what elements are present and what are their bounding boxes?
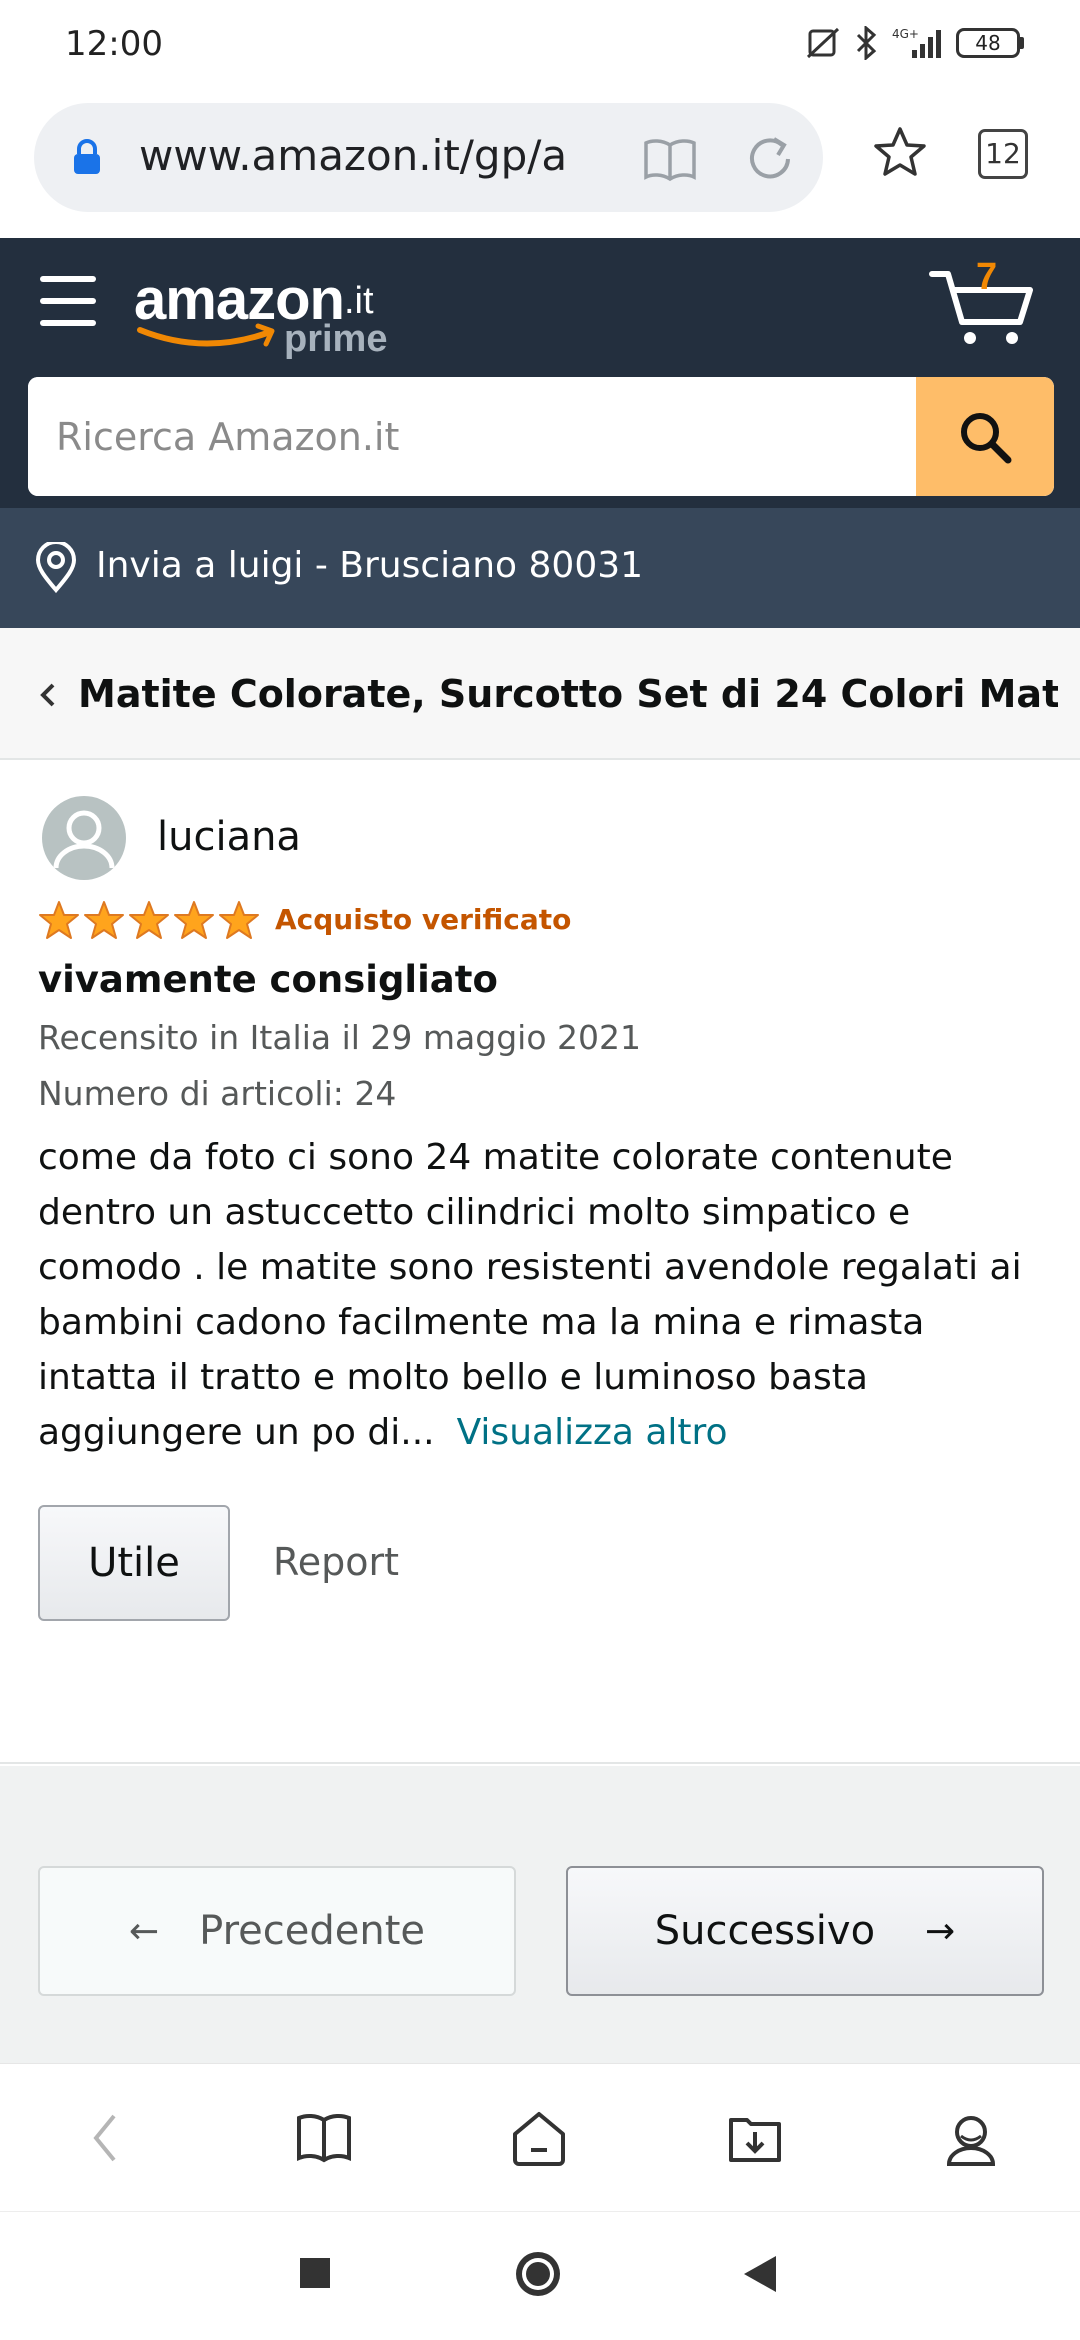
arrow-left-icon: ←	[128, 1910, 160, 1952]
next-label: Successivo	[654, 1908, 876, 1954]
battery-icon: 48	[956, 28, 1024, 58]
reader-mode-icon[interactable]	[642, 137, 698, 187]
avatar	[42, 796, 126, 880]
star-icon	[84, 901, 124, 939]
url-text[interactable]: www.amazon.it/gp/a	[139, 131, 634, 180]
network-label: 4G+	[892, 27, 919, 41]
reviewer-name: luciana	[157, 814, 301, 860]
status-bar: 12:00 4G+ 48	[0, 0, 1080, 95]
back-icon[interactable]	[88, 2108, 122, 2172]
search-input[interactable]	[28, 377, 918, 496]
browser-toolbar: www.amazon.it/gp/a 12	[0, 95, 1080, 238]
cart-count: 7	[976, 256, 998, 298]
bookmarks-icon[interactable]	[294, 2108, 354, 2172]
reload-icon[interactable]	[744, 133, 796, 189]
search-bar	[28, 377, 1054, 496]
menu-icon[interactable]	[40, 276, 96, 326]
review-text: come da foto ci sono 24 matite colorate …	[38, 1137, 1022, 1453]
arrow-right-icon: →	[925, 1910, 956, 1952]
home-circle-icon[interactable]	[512, 2252, 564, 2308]
item-count: Numero di articoli: 24	[38, 1074, 397, 1113]
star-icon	[39, 901, 79, 939]
report-link[interactable]: Report	[273, 1540, 399, 1584]
next-button[interactable]: Successivo →	[566, 1866, 1044, 1996]
lock-icon[interactable]	[72, 139, 102, 179]
no-sim-icon	[806, 27, 840, 59]
search-button[interactable]	[916, 377, 1054, 496]
previous-label: Precedente	[199, 1908, 425, 1954]
address-bar[interactable]: www.amazon.it/gp/a	[34, 103, 823, 212]
star-rating	[38, 900, 260, 940]
amazon-logo[interactable]: amazon .it prime	[134, 266, 394, 366]
review-title: vivamente consigliato	[38, 958, 498, 1001]
profile-icon[interactable]	[941, 2108, 1001, 2172]
chevron-left-icon[interactable]	[38, 680, 58, 714]
amazon-header: amazon .it prime 7	[0, 238, 1080, 508]
recents-icon[interactable]	[298, 2252, 332, 2300]
product-title[interactable]: Matite Colorate, Surcotto Set di 24 Colo…	[78, 672, 1058, 716]
logo-tld: .it	[344, 280, 374, 322]
logo-prime: prime	[284, 318, 388, 360]
review-card: luciana Acquisto verificato vivamente co…	[0, 760, 1080, 1764]
browser-bottom-nav	[0, 2063, 1080, 2211]
system-nav-bar	[0, 2211, 1080, 2340]
see-more-link[interactable]: Visualizza altro	[457, 1412, 728, 1453]
bookmark-star-icon[interactable]	[872, 125, 928, 183]
tabs-icon[interactable]: 12	[978, 129, 1028, 179]
home-icon[interactable]	[509, 2108, 569, 2172]
delivery-address: Invia a luigi - Brusciano 80031	[96, 545, 644, 586]
status-icons: 4G+ 48	[806, 26, 1024, 60]
location-pin-icon	[34, 540, 78, 598]
product-title-bar[interactable]: Matite Colorate, Surcotto Set di 24 Colo…	[0, 628, 1080, 760]
star-icon	[174, 901, 214, 939]
battery-level: 48	[956, 28, 1020, 58]
star-icon	[219, 901, 259, 939]
back-triangle-icon[interactable]	[740, 2252, 780, 2300]
review-date: Recensito in Italia il 29 maggio 2021	[38, 1018, 642, 1057]
bluetooth-icon	[854, 26, 878, 60]
star-icon	[129, 901, 169, 939]
helpful-button[interactable]: Utile	[38, 1505, 230, 1621]
user-avatar-icon	[53, 810, 115, 869]
review-body: come da foto ci sono 24 matite colorate …	[38, 1130, 1048, 1460]
signal-icon: 4G+	[892, 26, 942, 60]
pagination: ← Precedente Successivo →	[0, 1766, 1080, 2063]
logo-smile-icon	[137, 323, 275, 347]
previous-button[interactable]: ← Precedente	[38, 1866, 516, 1996]
cart-button[interactable]: 7	[928, 256, 1038, 352]
search-icon	[961, 412, 1012, 463]
status-time: 12:00	[65, 24, 163, 64]
downloads-icon[interactable]	[725, 2108, 785, 2172]
delivery-location-bar[interactable]: Invia a luigi - Brusciano 80031	[0, 508, 1080, 628]
verified-purchase-badge: Acquisto verificato	[275, 903, 572, 936]
